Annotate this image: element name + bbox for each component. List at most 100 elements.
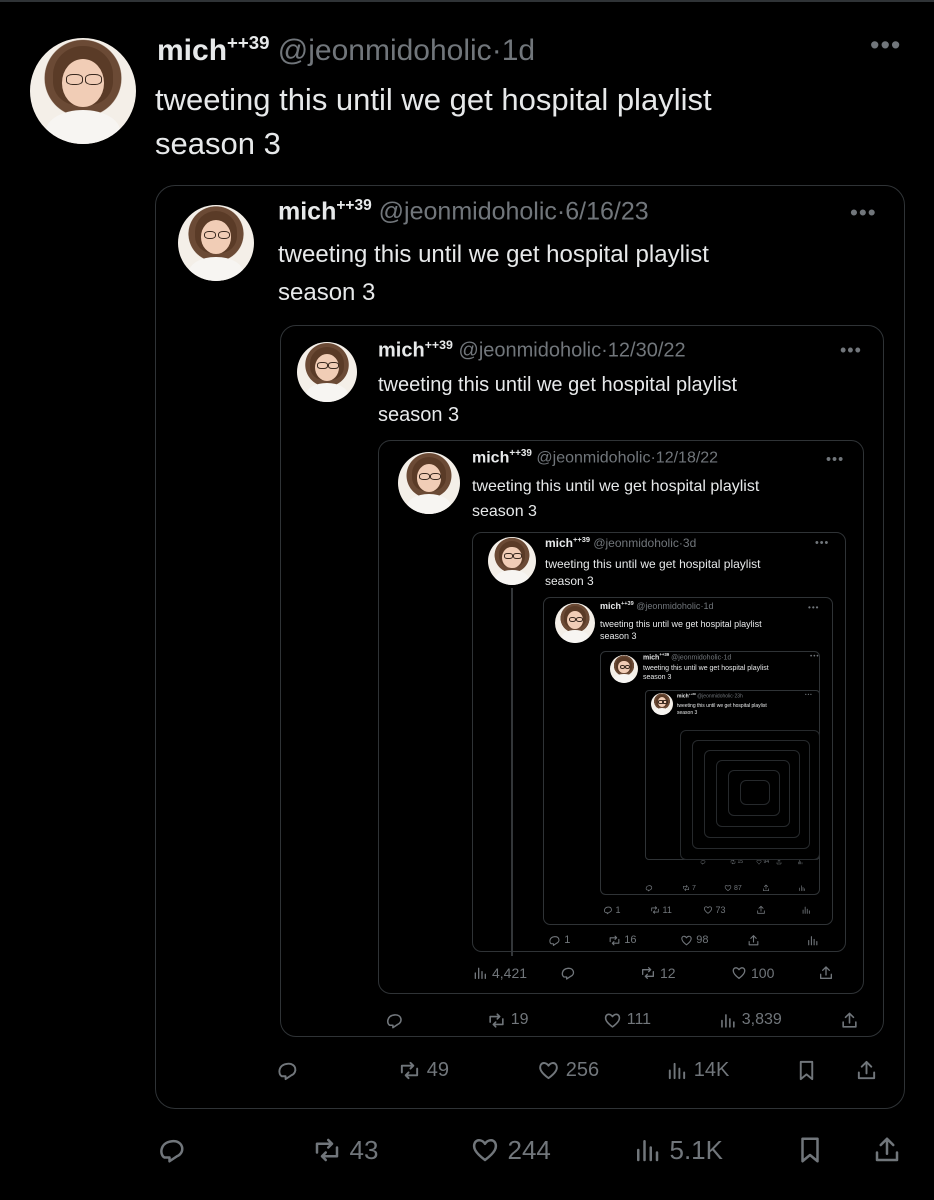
share-button[interactable] xyxy=(872,1135,910,1165)
like-button[interactable]: 244 xyxy=(470,1135,551,1165)
avatar-coat xyxy=(614,674,634,683)
avatar-coat xyxy=(189,256,243,281)
views-button[interactable]: 14K xyxy=(665,1059,729,1082)
bookmark-button[interactable] xyxy=(795,1135,833,1165)
timestamp: 6/16/23 xyxy=(565,197,649,226)
like-button[interactable]: 256 xyxy=(537,1059,599,1082)
views-button[interactable]: 5.1K xyxy=(632,1135,723,1165)
reply-button[interactable]: 1 xyxy=(603,905,621,915)
views-button[interactable]: 4,421 xyxy=(472,965,527,981)
top-divider xyxy=(0,0,934,2)
author-handle: @jeonmidoholic xyxy=(636,601,701,611)
retweet-button[interactable]: 19 xyxy=(487,1011,529,1030)
tweet-text: tweeting this until we get hospital play… xyxy=(472,474,759,524)
more-icon[interactable]: ••• xyxy=(805,692,813,697)
reply-button[interactable] xyxy=(385,1011,409,1030)
like-button[interactable]: 73 xyxy=(703,905,726,915)
tweet-header: mich++39 @jeonmidoholic·3d xyxy=(545,535,696,550)
views-button[interactable] xyxy=(806,934,822,947)
author-name: mich xyxy=(278,197,337,226)
timestamp: 1d xyxy=(501,34,536,67)
more-icon[interactable]: ••• xyxy=(870,30,901,61)
like-count: 256 xyxy=(565,1058,600,1081)
avatar[interactable] xyxy=(651,693,673,715)
tweet-text-line: tweeting this until we get hospital play… xyxy=(378,374,738,396)
avatar[interactable] xyxy=(555,603,595,643)
like-count: 244 xyxy=(507,1134,551,1165)
retweet-icon xyxy=(487,1011,506,1030)
views-button[interactable]: 3,839 xyxy=(718,1011,782,1030)
retweet-button[interactable]: 16 xyxy=(608,934,637,947)
tweet-text-line: season 3 xyxy=(278,279,376,306)
tweet-text: tweeting this until we get hospital play… xyxy=(378,370,737,430)
author-name: mich xyxy=(600,601,622,611)
like-button[interactable]: 111 xyxy=(603,1011,651,1030)
reply-icon xyxy=(157,1135,187,1165)
share-icon xyxy=(855,1059,878,1082)
timestamp: 1d xyxy=(723,654,732,662)
more-icon[interactable]: ••• xyxy=(808,603,820,612)
like-button[interactable]: 100 xyxy=(731,965,774,981)
share-button[interactable] xyxy=(840,1011,864,1030)
bookmark-icon xyxy=(795,1059,818,1082)
avatar[interactable] xyxy=(30,38,136,144)
share-button[interactable] xyxy=(855,1059,884,1082)
share-button[interactable] xyxy=(756,905,769,915)
like-icon xyxy=(680,934,693,947)
author-badge: ++39 xyxy=(336,197,372,214)
tweet-text-line: season 3 xyxy=(643,674,672,681)
timestamp: 23h xyxy=(734,693,743,700)
tweet-text: tweeting this until we get hospital play… xyxy=(643,664,769,682)
avatar[interactable] xyxy=(398,452,460,514)
retweet-count: 12 xyxy=(660,965,676,981)
like-icon xyxy=(470,1135,500,1165)
like-icon xyxy=(703,905,713,915)
timestamp: 12/30/22 xyxy=(607,339,686,362)
views-icon xyxy=(798,884,806,892)
retweet-button[interactable]: 43 xyxy=(312,1135,378,1165)
views-icon xyxy=(806,934,819,947)
author-name: mich xyxy=(643,654,660,662)
more-icon[interactable]: ••• xyxy=(815,537,829,549)
views-icon xyxy=(632,1135,662,1165)
retweet-button[interactable]: 12 xyxy=(640,965,676,981)
like-button[interactable]: 98 xyxy=(680,934,709,947)
reply-button[interactable]: 1 xyxy=(548,934,570,947)
tweet-text-line: season 3 xyxy=(677,710,698,716)
share-button[interactable] xyxy=(818,965,838,981)
more-icon[interactable]: ••• xyxy=(850,200,877,226)
retweet-button[interactable]: 11 xyxy=(650,905,672,915)
avatar[interactable] xyxy=(488,537,536,585)
reply-button[interactable] xyxy=(560,965,580,981)
reply-button[interactable] xyxy=(645,884,655,892)
like-icon xyxy=(731,965,747,981)
share-button[interactable] xyxy=(762,884,772,892)
avatar-glasses xyxy=(430,473,441,481)
reply-count: 1 xyxy=(615,905,621,915)
share-button[interactable] xyxy=(747,934,763,947)
avatar-glasses xyxy=(203,230,217,239)
retweet-button[interactable]: 49 xyxy=(398,1059,449,1082)
reply-icon xyxy=(276,1059,299,1082)
bookmark-button[interactable] xyxy=(795,1059,824,1082)
like-count: 98 xyxy=(696,934,709,946)
avatar-glasses xyxy=(624,664,631,669)
retweet-button[interactable]: 7 xyxy=(682,884,696,892)
avatar[interactable] xyxy=(178,205,254,281)
reply-button[interactable] xyxy=(157,1135,195,1165)
more-icon[interactable]: ••• xyxy=(840,340,862,361)
retweet-icon xyxy=(608,934,621,947)
avatar[interactable] xyxy=(297,342,357,402)
avatar-coat xyxy=(495,569,529,585)
more-icon[interactable]: ••• xyxy=(826,452,844,468)
avatar-coat xyxy=(561,630,589,643)
more-icon[interactable]: ••• xyxy=(810,653,820,660)
like-button[interactable]: 87 xyxy=(724,884,742,892)
views-button[interactable] xyxy=(801,905,814,915)
retweet-icon xyxy=(312,1135,342,1165)
avatar[interactable] xyxy=(610,655,638,683)
views-button[interactable] xyxy=(798,884,808,892)
reply-button[interactable] xyxy=(276,1059,305,1082)
timestamp: 12/18/22 xyxy=(655,449,719,467)
author-handle: @jeonmidoholic xyxy=(536,449,651,467)
